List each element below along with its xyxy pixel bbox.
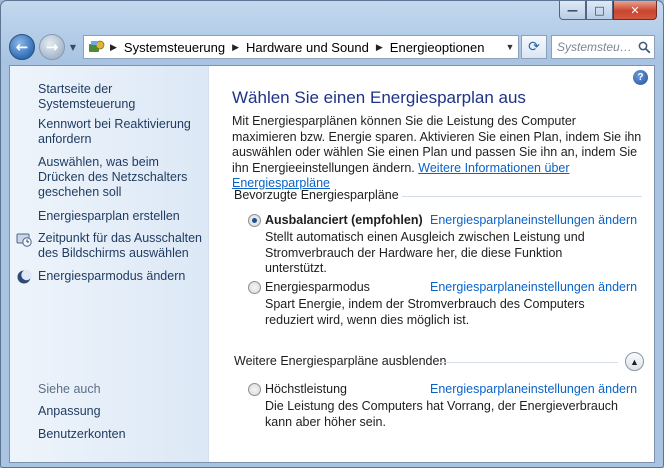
sidebar-link-password-on-wakeup[interactable]: Kennwort bei Reaktivierung anfordern: [38, 117, 206, 147]
intro-paragraph: Mit Energiesparplänen können Sie die Lei…: [232, 114, 644, 192]
plan-balanced-radio[interactable]: [248, 214, 261, 227]
sidebar-link-sleep-mode[interactable]: Energiesparmodus ändern: [38, 269, 206, 284]
content-area: Startseite der Systemsteuerung Kennwort …: [9, 65, 655, 463]
plan-high-performance-settings-link[interactable]: Energiesparplaneinstellungen ändern: [430, 382, 637, 396]
search-placeholder: Systemsteu…: [557, 40, 632, 54]
minimize-button[interactable]: —: [559, 1, 586, 20]
plan-high-performance-description: Die Leistung des Computers hat Vorrang, …: [265, 399, 618, 429]
breadcrumb-item-hardware-und-sound[interactable]: Hardware und Sound: [243, 40, 372, 55]
sidebar-link-create-power-plan[interactable]: Energiesparplan erstellen: [38, 209, 206, 224]
see-also-heading: Siehe auch: [38, 382, 101, 396]
chevron-up-icon: ▲: [630, 356, 639, 367]
arrow-right-icon: →: [45, 38, 59, 56]
plan-power-saver-radio[interactable]: [248, 281, 261, 294]
recent-pages-dropdown[interactable]: ▼: [67, 43, 79, 52]
monitor-clock-icon: [16, 231, 32, 247]
plan-balanced-name[interactable]: Ausbalanciert (empfohlen): [265, 213, 423, 227]
collapse-more-plans-button[interactable]: ▲: [625, 352, 644, 371]
more-plans-divider: [440, 362, 618, 363]
caption-buttons: — □ ✕: [559, 1, 657, 20]
control-panel-window: — □ ✕ ← → ▼ ▶ Systemsteuerung ▶ Hardware…: [0, 0, 664, 468]
refresh-button[interactable]: ⟳: [521, 35, 547, 59]
page-title: Wählen Sie einen Energiesparplan aus: [232, 88, 526, 107]
sidebar-link-display-off-time[interactable]: Zeitpunkt für das Ausschalten des Bildsc…: [38, 231, 206, 261]
plan-power-saver-name[interactable]: Energiesparmodus: [265, 280, 370, 294]
maximize-button[interactable]: □: [586, 1, 613, 20]
sidebar: Startseite der Systemsteuerung Kennwort …: [10, 66, 209, 462]
main-panel: ? Wählen Sie einen Energiesparplan aus M…: [210, 66, 654, 462]
forward-button[interactable]: →: [39, 34, 65, 60]
breadcrumb-separator[interactable]: ▶: [372, 42, 387, 53]
plan-high-performance-name[interactable]: Höchstleistung: [265, 382, 347, 396]
sidebar-link-user-accounts[interactable]: Benutzerkonten: [38, 427, 206, 442]
sidebar-link-personalization[interactable]: Anpassung: [38, 404, 206, 419]
moon-icon: [16, 269, 32, 285]
refresh-icon: ⟳: [528, 39, 540, 55]
search-input[interactable]: Systemsteu…: [551, 35, 655, 59]
help-icon[interactable]: ?: [633, 70, 648, 85]
sidebar-link-power-button-action[interactable]: Auswählen, was beim Drücken des Netzscha…: [38, 155, 206, 200]
address-bar: ← → ▼ ▶ Systemsteuerung ▶ Hardware und S…: [9, 31, 655, 63]
arrow-left-icon: ←: [15, 38, 29, 56]
preferred-plans-heading: Bevorzugte Energiesparpläne: [234, 188, 399, 202]
preferred-plans-divider: [402, 196, 642, 197]
breadcrumb[interactable]: ▶ Systemsteuerung ▶ Hardware und Sound ▶…: [83, 35, 519, 59]
more-plans-heading: Weitere Energiesparpläne ausblenden: [234, 354, 447, 368]
plan-high-performance-radio[interactable]: [248, 383, 261, 396]
address-dropdown-icon[interactable]: ▼: [502, 42, 518, 52]
breadcrumb-item-systemsteuerung[interactable]: Systemsteuerung: [121, 40, 228, 55]
back-button[interactable]: ←: [9, 34, 35, 60]
sidebar-link-home[interactable]: Startseite der Systemsteuerung: [38, 82, 206, 112]
search-icon[interactable]: [634, 41, 654, 54]
plan-power-saver-description: Spart Energie, indem der Stromverbrauch …: [265, 297, 585, 327]
breadcrumb-item-energieoptionen[interactable]: Energieoptionen: [387, 40, 488, 55]
plan-power-saver-settings-link[interactable]: Energiesparplaneinstellungen ändern: [430, 280, 637, 294]
breadcrumb-separator[interactable]: ▶: [106, 42, 121, 53]
breadcrumb-separator[interactable]: ▶: [228, 42, 243, 53]
close-button[interactable]: ✕: [613, 1, 657, 20]
control-panel-icon: [88, 39, 106, 55]
plan-balanced-description: Stellt automatisch einen Ausgleich zwisc…: [265, 230, 585, 275]
plan-balanced-settings-link[interactable]: Energiesparplaneinstellungen ändern: [430, 213, 637, 227]
